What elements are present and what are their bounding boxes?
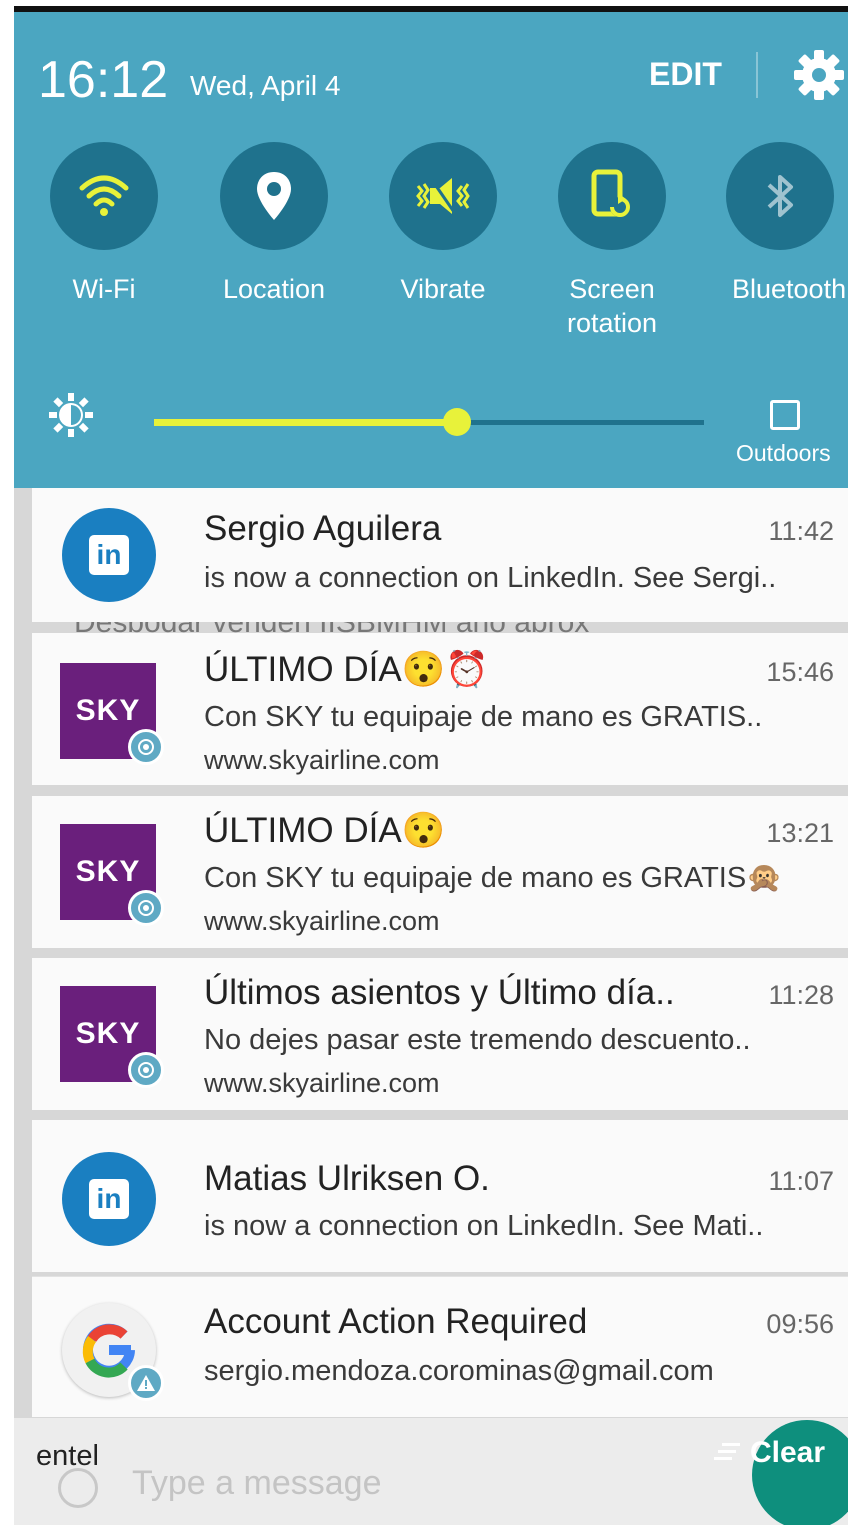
carrier-label: entel	[36, 1440, 99, 1472]
location-icon[interactable]	[220, 142, 328, 250]
chrome-badge-icon	[128, 729, 164, 765]
notification-time: 09:56	[766, 1309, 834, 1339]
notification-time: 11:42	[768, 516, 834, 546]
brightness-icon	[48, 392, 94, 438]
clock-time: 16:12	[38, 51, 169, 109]
tile-label: Vibrate	[400, 274, 486, 304]
tile-vibrate[interactable]: Vibrate	[388, 142, 498, 306]
notification-body: Con SKY tu equipaje de mano es GRATIS🙊	[204, 862, 783, 894]
notification-body: sergio.mendoza.corominas@gmail.com	[204, 1355, 714, 1387]
bottom-bar: Type a message entel Clear	[14, 1418, 848, 1525]
message-input-placeholder: Type a message	[132, 1464, 382, 1502]
edit-button[interactable]: EDIT	[649, 56, 722, 93]
tile-label: Bluetooth	[732, 274, 847, 304]
notification-body: is now a connection on LinkedIn. See Ser…	[204, 562, 777, 594]
notification-title: Account Action Required	[204, 1302, 588, 1341]
notification-time: 11:28	[768, 980, 834, 1010]
brightness-slider[interactable]	[154, 408, 704, 436]
screen-rotation-icon[interactable]	[558, 142, 666, 250]
notification-url: www.skyairline.com	[204, 906, 440, 936]
quick-settings-panel: 16:12 Wed, April 4 EDIT Wi-Fi Location V…	[14, 12, 848, 488]
notification-title: Sergio Aguilera	[204, 509, 442, 548]
notification-time: 15:46	[766, 657, 834, 687]
linkedin-icon: in	[62, 508, 156, 602]
tile-label: Screen rotation	[566, 274, 658, 338]
outdoors-label: Outdoors	[736, 440, 831, 466]
outdoors-checkbox[interactable]	[770, 400, 800, 430]
notification-linkedin-2[interactable]: in Matias Ulriksen O. 11:07 is now a con…	[32, 1120, 848, 1272]
tile-wifi[interactable]: Wi-Fi	[49, 142, 159, 306]
clear-icon	[714, 1437, 742, 1471]
warning-badge-icon	[128, 1365, 164, 1401]
clear-label: Clear	[750, 1436, 826, 1469]
brightness-handle[interactable]	[442, 408, 471, 436]
chrome-badge-icon	[128, 1052, 164, 1088]
linkedin-icon: in	[62, 1152, 156, 1246]
tile-bluetooth[interactable]: Bluetooth	[726, 142, 848, 306]
notification-title: ÚLTIMO DÍA😯	[204, 811, 446, 850]
clock-date[interactable]: Wed, April 4	[190, 68, 340, 104]
notification-url: www.skyairline.com	[204, 1068, 440, 1098]
clear-all-button[interactable]: Clear	[714, 1436, 825, 1471]
emoji-icon	[58, 1468, 98, 1508]
notification-google[interactable]: Account Action Required 09:56 sergio.men…	[32, 1276, 848, 1417]
gear-icon[interactable]	[792, 48, 846, 102]
notification-linkedin-1[interactable]: in Sergio Aguilera 11:42 is now a connec…	[32, 488, 848, 622]
tile-label: Location	[222, 274, 326, 304]
notification-body: No dejes pasar este tremendo descuento..	[204, 1024, 751, 1056]
divider	[756, 52, 758, 98]
wifi-icon[interactable]	[50, 142, 158, 250]
chrome-badge-icon	[128, 890, 164, 926]
vibrate-icon[interactable]	[389, 142, 497, 250]
notification-title: Matias Ulriksen O.	[204, 1159, 490, 1198]
notification-time: 11:07	[768, 1166, 834, 1196]
notification-url: www.skyairline.com	[204, 745, 440, 775]
notification-title: Últimos asientos y Último día..	[204, 973, 675, 1012]
notification-body: is now a connection on LinkedIn. See Mat…	[204, 1210, 764, 1242]
notification-sky-3[interactable]: SKY Últimos asientos y Último día.. 11:2…	[32, 958, 848, 1110]
notification-body: Con SKY tu equipaje de mano es GRATIS..	[204, 701, 763, 733]
tile-location[interactable]: Location	[219, 142, 329, 306]
notification-sky-2[interactable]: SKY ÚLTIMO DÍA😯 13:21 Con SKY tu equipaj…	[32, 796, 848, 948]
notification-sky-1[interactable]: SKY ÚLTIMO DÍA😯⏰ 15:46 Con SKY tu equipa…	[32, 633, 848, 785]
brightness-fill	[154, 419, 457, 426]
notification-time: 13:21	[766, 818, 834, 848]
notification-title: ÚLTIMO DÍA😯⏰	[204, 650, 489, 689]
screen: 16:12 Wed, April 4 EDIT Wi-Fi Location V…	[14, 6, 848, 1525]
tile-label: Wi-Fi	[72, 274, 136, 304]
tile-screen-rotation[interactable]: Screen rotation	[557, 142, 667, 340]
bluetooth-icon[interactable]	[726, 142, 834, 250]
